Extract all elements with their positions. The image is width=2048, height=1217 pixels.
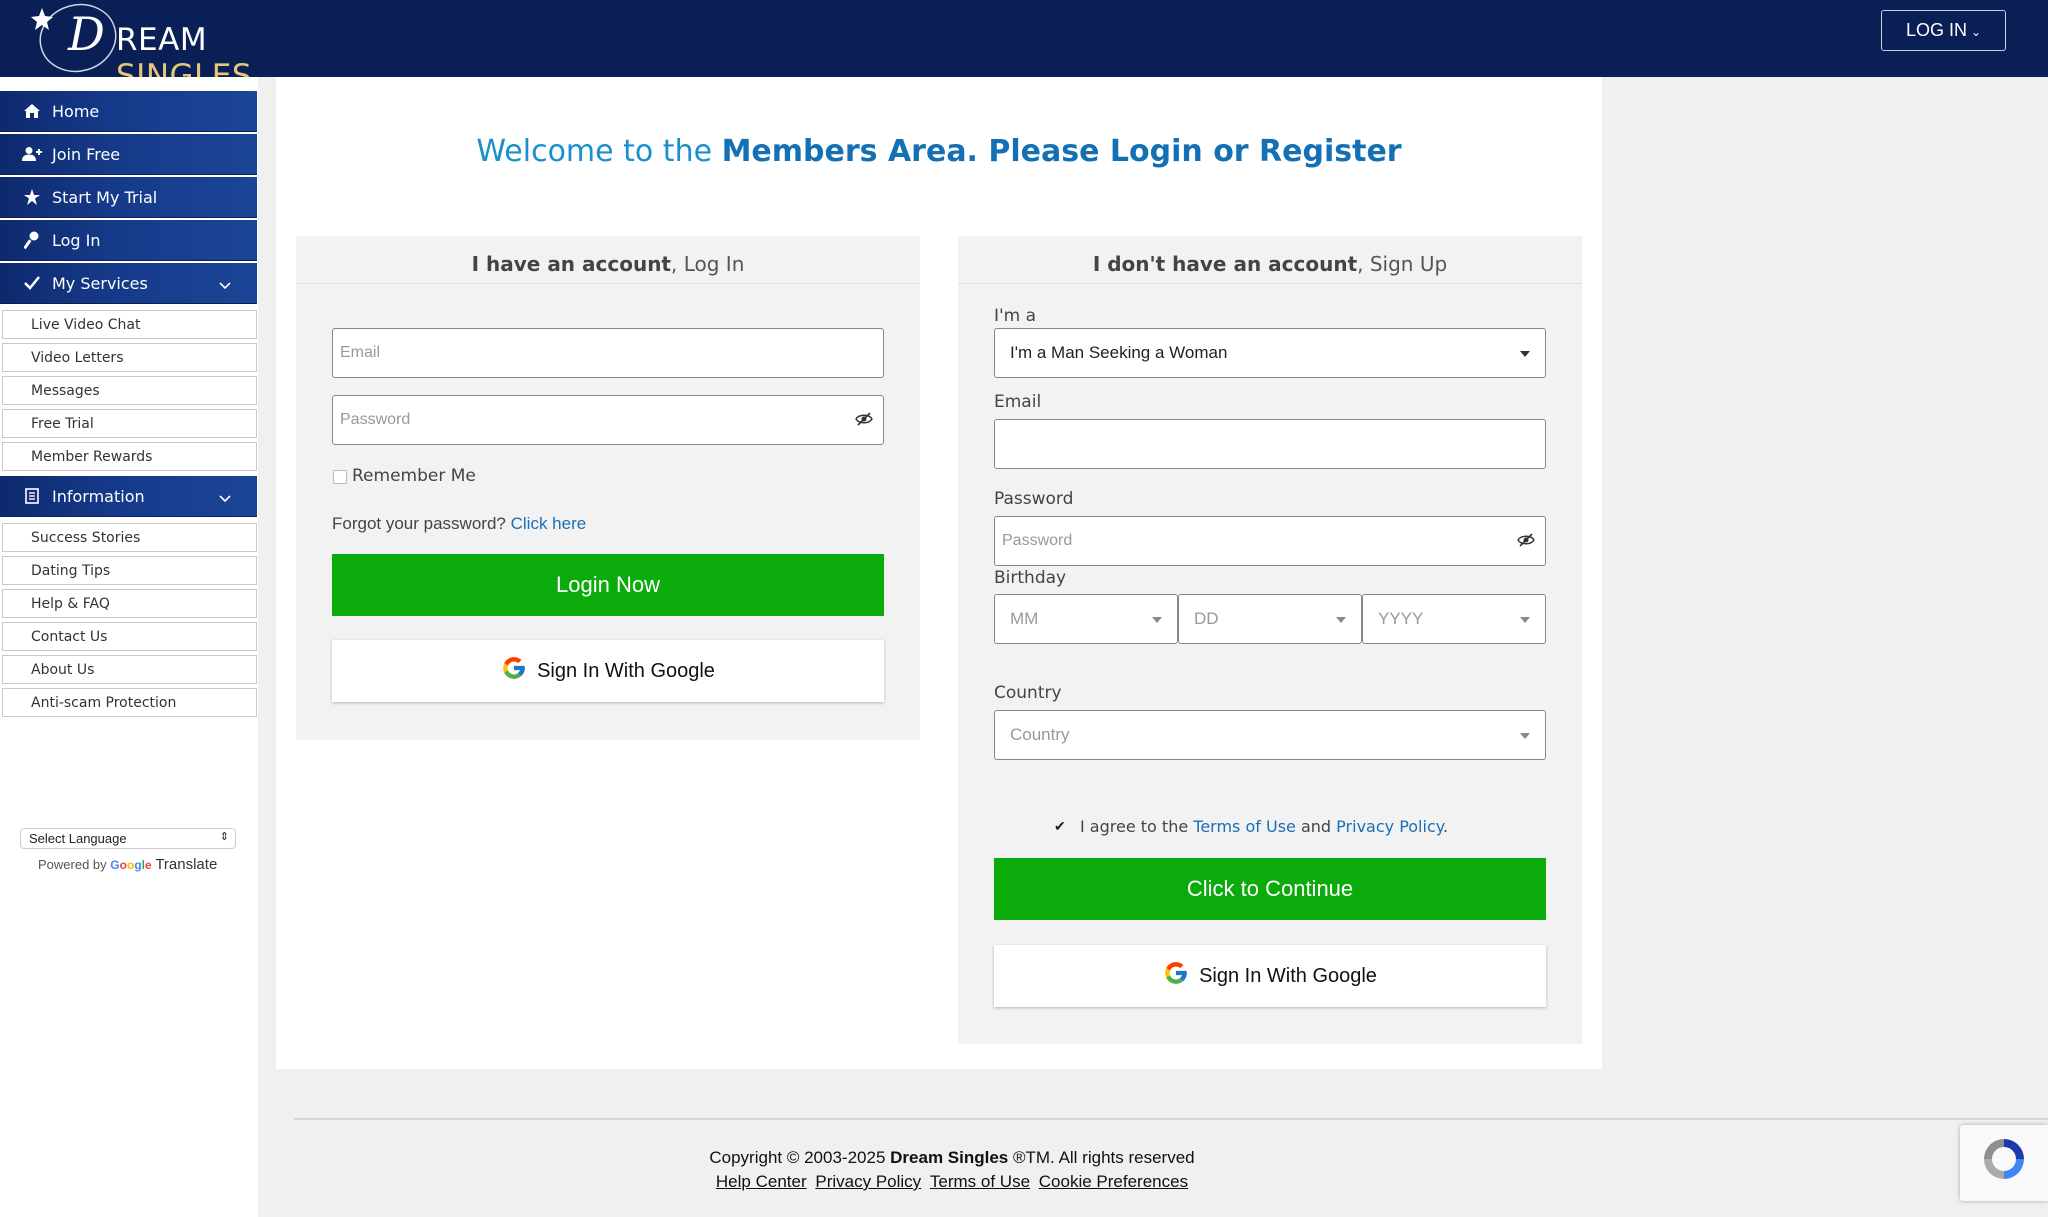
sidebar-subitem-anti-scam[interactable]: Anti-scam Protection bbox=[2, 688, 257, 717]
terms-agree-checkbox[interactable]: ✔ bbox=[1054, 818, 1066, 835]
signup-password-input[interactable]: Password bbox=[994, 516, 1546, 566]
sidebar-item-label: Join Free bbox=[52, 144, 121, 164]
dream-singles-logo[interactable]: D REAM SINGLES bbox=[28, 0, 328, 94]
sidebar-subitem-live-video-chat[interactable]: Live Video Chat bbox=[2, 310, 257, 339]
sidebar-subitem-dating-tips[interactable]: Dating Tips bbox=[2, 556, 257, 585]
birthday-label: Birthday bbox=[994, 568, 1067, 588]
footer-links: Help Center Privacy Policy Terms of Use … bbox=[0, 1172, 1904, 1192]
svg-text:D: D bbox=[67, 7, 105, 61]
dropdown-arrow-icon bbox=[1520, 733, 1530, 739]
forgot-password-link[interactable]: Click here bbox=[511, 514, 587, 533]
sidebar-item-label: Log In bbox=[52, 230, 101, 250]
add-user-icon bbox=[22, 146, 42, 162]
footer-link-privacy-policy[interactable]: Privacy Policy bbox=[815, 1172, 921, 1191]
footer-link-terms-of-use[interactable]: Terms of Use bbox=[930, 1172, 1030, 1191]
login-password-input[interactable]: Password bbox=[332, 395, 884, 445]
google-g-icon bbox=[1163, 960, 1189, 992]
dropdown-arrow-icon bbox=[1520, 617, 1530, 623]
birthday-day-select[interactable]: DD bbox=[1178, 594, 1362, 644]
sidebar-subitem-success-stories[interactable]: Success Stories bbox=[2, 523, 257, 552]
birthday-month-select[interactable]: MM bbox=[994, 594, 1178, 644]
login-panel-heading: I have an account, Log In bbox=[296, 236, 920, 284]
page-title: Welcome to the Members Area. Please Logi… bbox=[476, 134, 1402, 169]
terms-of-use-link[interactable]: Terms of Use bbox=[1193, 817, 1296, 836]
signup-panel: I don't have an account, Sign Up I'm a I… bbox=[958, 236, 1582, 1044]
sidebar-item-label: Home bbox=[52, 101, 100, 121]
forgot-password-text: Forgot your password? Click here bbox=[332, 514, 587, 533]
dropdown-arrow-icon bbox=[1520, 351, 1530, 357]
signup-password-label: Password bbox=[994, 489, 1074, 509]
sidebar-subitem-about-us[interactable]: About Us bbox=[2, 655, 257, 684]
sidebar-subitem-free-trial[interactable]: Free Trial bbox=[2, 409, 257, 438]
select-arrows-icon: ⇕ bbox=[219, 831, 229, 843]
footer-divider bbox=[294, 1118, 2048, 1120]
remember-me-checkbox[interactable] bbox=[333, 470, 347, 484]
sidebar-item-join-free[interactable]: Join Free bbox=[0, 134, 257, 175]
dropdown-arrow-icon bbox=[1152, 617, 1162, 623]
sidebar-item-label: Information bbox=[52, 486, 145, 506]
chevron-down-icon bbox=[219, 488, 231, 507]
powered-by-google-translate: Powered by Google Translate bbox=[38, 856, 218, 873]
header-login-button[interactable]: LOG IN ⌄ bbox=[1881, 10, 2006, 51]
gender-seeking-label: I'm a bbox=[994, 306, 1037, 326]
sidebar-subitem-member-rewards[interactable]: Member Rewards bbox=[2, 442, 257, 471]
signup-email-label: Email bbox=[994, 392, 1042, 412]
login-email-input[interactable]: Email bbox=[332, 328, 884, 378]
login-google-button[interactable]: Sign In With Google bbox=[332, 640, 884, 702]
home-icon bbox=[22, 103, 42, 119]
key-icon bbox=[22, 231, 42, 249]
top-header: D REAM SINGLES LOG IN ⌄ bbox=[0, 0, 2048, 94]
sidebar: Home Join Free Start My Trial Log In My … bbox=[0, 77, 258, 1217]
privacy-policy-link[interactable]: Privacy Policy bbox=[1336, 817, 1443, 836]
terms-agree-text: I agree to the Terms of Use and Privacy … bbox=[1080, 817, 1449, 836]
sidebar-item-my-services[interactable]: My Services bbox=[0, 263, 257, 304]
birthday-year-select[interactable]: YYYY bbox=[1362, 594, 1546, 644]
footer-link-cookie-preferences[interactable]: Cookie Preferences bbox=[1039, 1172, 1188, 1191]
sidebar-subitem-messages[interactable]: Messages bbox=[2, 376, 257, 405]
google-logo-icon: Google bbox=[110, 858, 152, 872]
logo-swoosh-icon: D bbox=[31, 3, 117, 73]
signup-email-input[interactable] bbox=[994, 419, 1546, 469]
country-label: Country bbox=[994, 683, 1062, 703]
recaptcha-icon bbox=[1984, 1139, 2024, 1179]
star-icon bbox=[22, 189, 42, 205]
sidebar-item-information[interactable]: Information bbox=[0, 476, 257, 517]
google-g-icon bbox=[501, 655, 527, 687]
sidebar-subitem-contact-us[interactable]: Contact Us bbox=[2, 622, 257, 651]
eye-slash-icon[interactable] bbox=[855, 411, 873, 432]
login-panel: I have an account, Log In Email Password… bbox=[296, 236, 920, 740]
sidebar-item-label: My Services bbox=[52, 273, 148, 293]
click-to-continue-button[interactable]: Click to Continue bbox=[994, 858, 1546, 920]
main-content: Welcome to the Members Area. Please Logi… bbox=[276, 77, 1602, 1069]
document-icon bbox=[22, 488, 42, 504]
remember-me-label: Remember Me bbox=[352, 466, 476, 486]
country-select[interactable]: Country bbox=[994, 710, 1546, 760]
login-now-button[interactable]: Login Now bbox=[332, 554, 884, 616]
footer-copyright: Copyright © 2003-2025 Dream Singles ®TM.… bbox=[709, 1148, 1195, 1167]
sidebar-item-log-in[interactable]: Log In bbox=[0, 220, 257, 261]
signup-google-button[interactable]: Sign In With Google bbox=[994, 945, 1546, 1007]
sidebar-subitem-video-letters[interactable]: Video Letters bbox=[2, 343, 257, 372]
eye-slash-icon[interactable] bbox=[1517, 532, 1535, 553]
google-button-label: Sign In With Google bbox=[537, 659, 715, 682]
dropdown-arrow-icon bbox=[1336, 617, 1346, 623]
header-login-label: LOG IN bbox=[1905, 20, 1967, 40]
signup-panel-heading: I don't have an account, Sign Up bbox=[958, 236, 1582, 284]
translate-link[interactable]: Translate bbox=[155, 856, 217, 873]
chevron-down-icon: ⌄ bbox=[1970, 24, 1982, 39]
sidebar-item-label: Start My Trial bbox=[52, 187, 158, 207]
footer-link-help-center[interactable]: Help Center bbox=[716, 1172, 807, 1191]
sidebar-subitem-help-faq[interactable]: Help & FAQ bbox=[2, 589, 257, 618]
google-button-label: Sign In With Google bbox=[1199, 964, 1377, 987]
gender-seeking-select[interactable]: I'm a Man Seeking a Woman bbox=[994, 328, 1546, 378]
sidebar-item-home[interactable]: Home bbox=[0, 91, 257, 132]
check-icon bbox=[22, 276, 42, 290]
language-select[interactable]: Select Language ⇕ bbox=[20, 828, 236, 849]
language-select-value: Select Language bbox=[29, 831, 127, 846]
recaptcha-badge[interactable] bbox=[1960, 1125, 2048, 1201]
chevron-down-icon bbox=[219, 275, 231, 294]
sidebar-item-start-trial[interactable]: Start My Trial bbox=[0, 177, 257, 218]
